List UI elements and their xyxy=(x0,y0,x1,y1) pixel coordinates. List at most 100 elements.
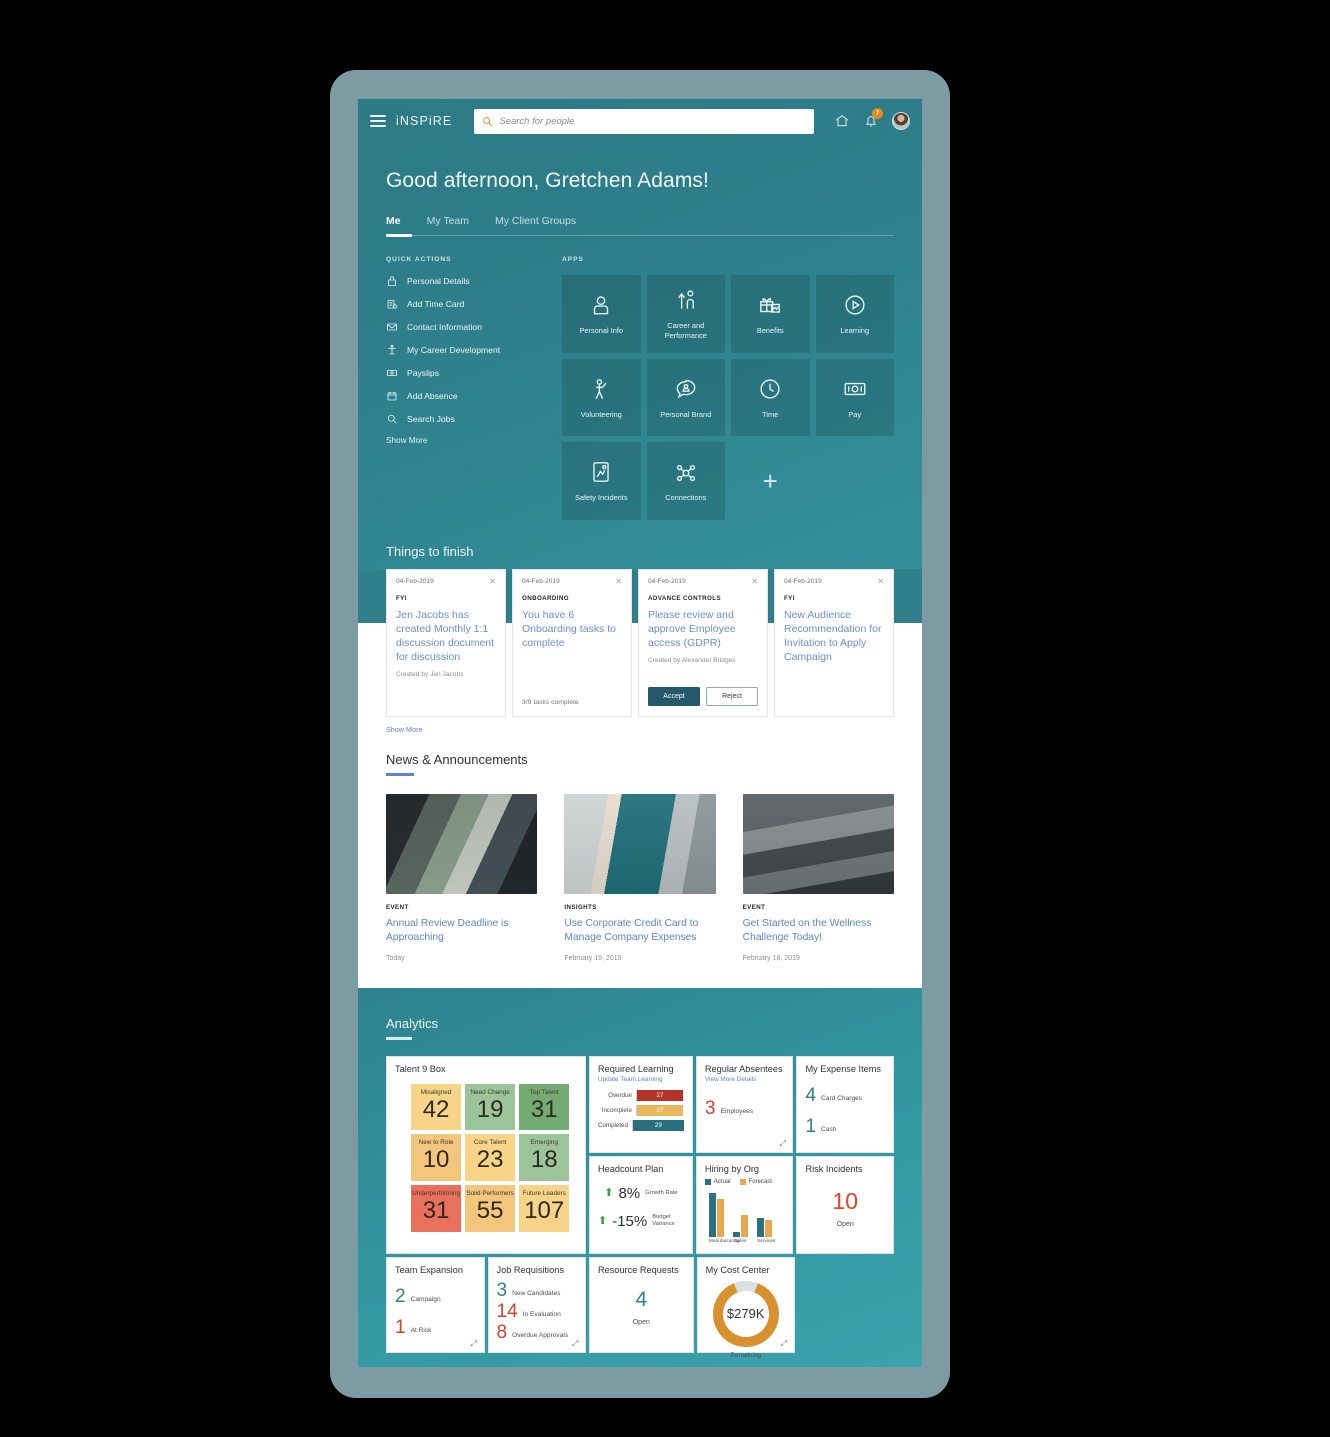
tab-my-client-groups[interactable]: My Client Groups xyxy=(495,215,576,235)
view-more-details-link[interactable]: View More Details xyxy=(705,1076,785,1083)
app-tile-label: Volunteering xyxy=(580,409,622,419)
update-team-learning-link[interactable]: Update Team Learning xyxy=(598,1076,684,1083)
quick-action-my-career-development[interactable]: My Career Development xyxy=(386,344,536,356)
card-team-expansion[interactable]: Team Expansion 2 Campaign 1 At Risk ⤢ xyxy=(386,1256,485,1353)
card-talent-9-box[interactable]: Talent 9 Box Misaligned 42 Need Change 1… xyxy=(386,1055,586,1254)
legend-item-forecast: Forecast xyxy=(739,1178,772,1185)
things-to-finish-card[interactable]: 04-Feb-2019 ✕ FYI Jen Jacobs has created… xyxy=(386,569,506,718)
quick-action-add-time-card[interactable]: Add Time Card xyxy=(386,298,536,310)
card-job-requisitions[interactable]: Job Requisitions 3 New Candidates 14 In … xyxy=(487,1256,586,1353)
close-icon[interactable]: ✕ xyxy=(877,578,884,586)
nine-box-cell[interactable]: Underperforming 31 xyxy=(411,1185,462,1232)
card-my-expense-items[interactable]: My Expense Items 4 Card Charges 1 Cash xyxy=(796,1055,894,1153)
brand-logo[interactable]: iNSPiRE xyxy=(396,114,452,128)
notification-badge: 7 xyxy=(872,108,883,119)
metric-value: 2 xyxy=(395,1285,406,1307)
nine-box-cell[interactable]: Misaligned 42 xyxy=(411,1083,462,1131)
news-item[interactable]: INSIGHTS Use Corporate Credit Card to Ma… xyxy=(564,793,716,962)
app-tile-personal-info[interactable]: Personal Info xyxy=(562,275,641,353)
search-input[interactable]: Search for people xyxy=(474,108,815,134)
card-resource-requests[interactable]: Resource Requests 4 Open xyxy=(589,1256,694,1353)
play-circle-icon xyxy=(845,295,865,315)
card-my-cost-center[interactable]: My Cost Center $279K Remaining ⤢ xyxy=(696,1256,795,1359)
nine-box-cell[interactable]: Solid Performers 55 xyxy=(465,1185,516,1232)
card-required-learning[interactable]: Required Learning Update Team Learning O… xyxy=(589,1055,693,1153)
quick-actions-show-more[interactable]: Show More xyxy=(386,436,536,445)
news-date: Today xyxy=(386,955,405,963)
nine-box-cell[interactable]: Need Change 19 xyxy=(465,1083,516,1131)
bell-icon[interactable]: 7 xyxy=(863,108,883,129)
quick-actions-and-apps: QUICK ACTIONS Personal Details Add Time … xyxy=(358,236,922,521)
news-item[interactable]: EVENT Annual Review Deadline is Approach… xyxy=(386,793,538,963)
card-body[interactable]: New Audience Recommendation for Invitati… xyxy=(784,609,884,664)
tab-my-team[interactable]: My Team xyxy=(427,215,469,235)
app-tile-volunteering[interactable]: Volunteering xyxy=(562,358,641,437)
things-to-finish-card[interactable]: 04-Feb-2019 ✕ ADVANCE CONTROLS Please re… xyxy=(638,569,768,718)
hamburger-icon[interactable] xyxy=(370,115,386,127)
nine-box-cell[interactable]: New to Role 10 xyxy=(411,1134,462,1182)
card-body[interactable]: Please review and approve Employee acces… xyxy=(648,609,758,651)
metric-value: 10 xyxy=(832,1187,859,1214)
add-app-button[interactable]: + xyxy=(731,442,810,520)
things-to-finish-card[interactable]: 04-Feb-2019 ✕ FYI New Audience Recommend… xyxy=(774,569,894,718)
app-tile-time[interactable]: Time xyxy=(731,358,810,437)
expand-icon[interactable]: ⤢ xyxy=(781,1339,789,1348)
expand-icon[interactable]: ⤢ xyxy=(779,1139,787,1148)
app-tile-pay[interactable]: Pay xyxy=(815,358,894,437)
news-item[interactable]: EVENT Get Started on the Wellness Challe… xyxy=(742,793,894,962)
quick-action-search-jobs[interactable]: Search Jobs xyxy=(386,413,536,425)
bar-label: Completed xyxy=(598,1121,628,1129)
card-hiring-by-org[interactable]: Hiring by Org Actual Forecast Manufactur… xyxy=(695,1155,794,1254)
card-header: 04-Feb-2019 ✕ xyxy=(396,578,496,586)
quick-action-personal-details[interactable]: Personal Details xyxy=(386,275,536,287)
page-title: Good afternoon, Gretchen Adams! xyxy=(386,169,709,192)
things-to-finish-card[interactable]: 04-Feb-2019 ✕ ONBOARDING You have 6 Onbo… xyxy=(512,569,632,718)
app-tile-career-and-performance[interactable]: Career and Performance xyxy=(646,275,725,353)
quick-action-label: Payslips xyxy=(407,368,439,378)
nine-box-cell[interactable]: Top Talent 31 xyxy=(519,1083,570,1131)
bar-actual xyxy=(756,1217,764,1237)
analytics-row-3: Resource Requests 4 Open My Cost Center … xyxy=(589,1256,894,1359)
person-card-icon xyxy=(594,296,609,315)
nine-box-cell[interactable]: Future Leaders 107 xyxy=(519,1185,570,1232)
app-tile-personal-brand[interactable]: Personal Brand xyxy=(646,358,725,437)
nine-box-cell[interactable]: Core Talent 23 xyxy=(465,1134,516,1182)
news-headline[interactable]: Use Corporate Credit Card to Manage Comp… xyxy=(564,917,715,945)
tab-bar: Me My Team My Client Groups xyxy=(358,193,922,235)
expand-icon[interactable]: ⤢ xyxy=(471,1339,479,1348)
avatar[interactable] xyxy=(892,112,910,130)
close-icon[interactable]: ✕ xyxy=(751,578,758,586)
quick-action-add-absence[interactable]: Add Absence xyxy=(386,390,536,402)
app-tile-connections[interactable]: Connections xyxy=(646,442,725,521)
accept-button[interactable]: Accept xyxy=(648,687,700,707)
news-headline[interactable]: Get Started on the Wellness Challenge To… xyxy=(743,917,894,945)
card-category: FYI xyxy=(784,595,795,603)
expand-icon[interactable]: ⤢ xyxy=(572,1339,580,1348)
x-tick-label: Sales xyxy=(734,1238,747,1244)
metric-value: 3 xyxy=(704,1097,716,1119)
card-body[interactable]: You have 6 Onboarding tasks to complete xyxy=(522,609,622,651)
app-tile-safety-incidents[interactable]: Safety Incidents xyxy=(562,442,641,521)
nine-box-label: Need Change xyxy=(470,1088,510,1096)
news-thumbnail xyxy=(742,793,894,894)
donut-ring: $279K xyxy=(712,1280,779,1347)
app-tile-learning[interactable]: Learning xyxy=(815,275,894,353)
quick-action-payslips[interactable]: Payslips xyxy=(386,367,536,379)
home-icon[interactable] xyxy=(834,113,850,129)
app-tile-benefits[interactable]: Benefits xyxy=(731,275,810,353)
close-icon[interactable]: ✕ xyxy=(615,578,622,586)
card-headcount-plan[interactable]: Headcount Plan ⬆ 8% Growth Rate ⬆ -15% B… xyxy=(589,1155,693,1254)
news-headline[interactable]: Annual Review Deadline is Approaching xyxy=(386,917,537,945)
things-to-finish-show-more[interactable]: Show More xyxy=(358,717,922,735)
reject-button[interactable]: Reject xyxy=(706,687,758,707)
card-regular-absentees[interactable]: Regular Absentees View More Details 3 Em… xyxy=(695,1055,794,1153)
quick-action-contact-information[interactable]: Contact Information xyxy=(386,321,536,333)
card-body[interactable]: Jen Jacobs has created Monthly 1:1 discu… xyxy=(396,609,496,664)
nine-box-cell[interactable]: Emerging 18 xyxy=(519,1134,570,1182)
card-risk-incidents[interactable]: Risk Incidents 10 Open xyxy=(796,1155,894,1254)
card-title: Resource Requests xyxy=(598,1264,679,1275)
app-tile-label: Personal Brand xyxy=(660,409,712,419)
metric-row: ⬆ 8% Growth Rate xyxy=(598,1185,684,1202)
close-icon[interactable]: ✕ xyxy=(489,578,496,586)
tab-me[interactable]: Me xyxy=(386,215,401,235)
